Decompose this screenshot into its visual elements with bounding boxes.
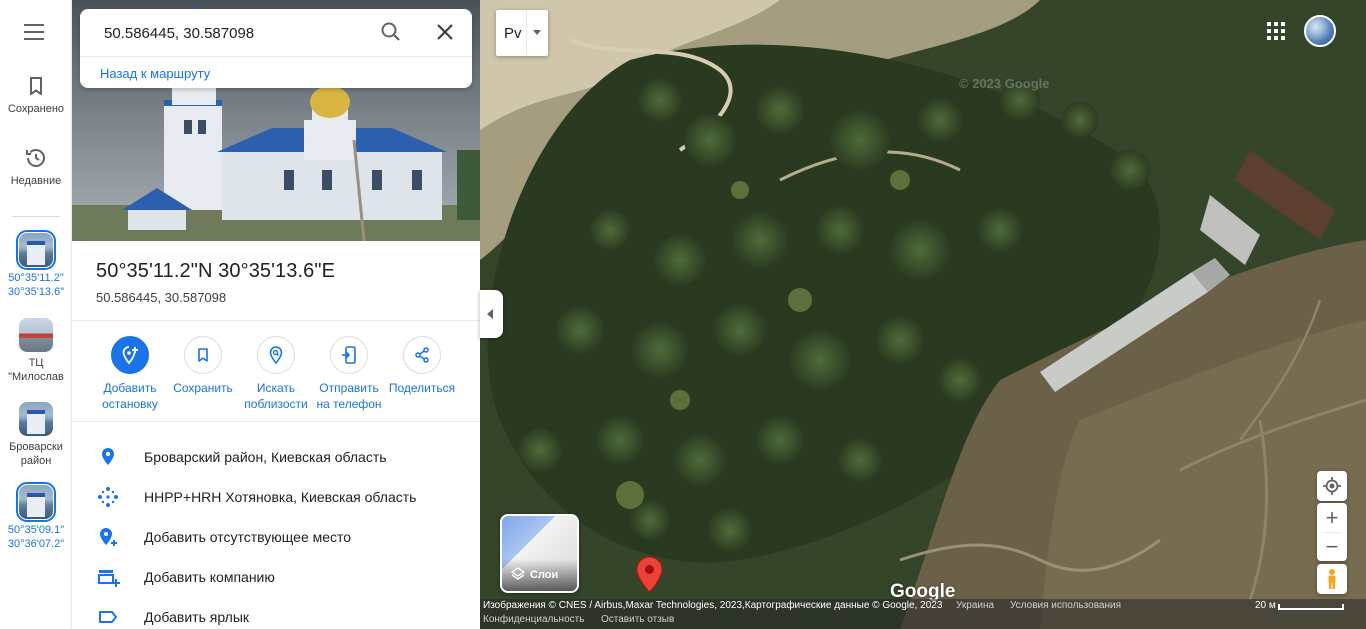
bookmark-icon (198, 348, 208, 362)
history-icon (26, 149, 45, 167)
rail-divider (12, 216, 60, 217)
zoom-controls: + − (1317, 503, 1347, 561)
layers-button[interactable]: Слои (500, 514, 579, 593)
rail-recent-item-4[interactable]: 50°35'09.1" 30°36'07.2" (0, 482, 72, 551)
collapse-panel-button[interactable] (480, 290, 503, 338)
save-button[interactable]: Сохранить (166, 336, 240, 396)
map-pin-icon[interactable] (636, 556, 663, 593)
layers-label: Слои (530, 569, 559, 581)
place-title: 50°35'11.2"N 30°35'13.6"E (96, 260, 336, 282)
add-label-text: Добавить ярлык (144, 609, 250, 625)
layers-icon (511, 567, 525, 580)
scale-bar (1278, 604, 1344, 610)
place-thumbnail (19, 402, 53, 436)
share-icon (415, 347, 429, 363)
language-keyboard-button[interactable]: Рv (496, 10, 548, 56)
language-label: Рv (504, 25, 522, 42)
back-to-route-link[interactable]: Назад к маршруту (100, 66, 210, 81)
terms-link[interactable]: Условия использования (1010, 600, 1121, 611)
action-label: Искать (256, 381, 296, 395)
menu-icon[interactable] (24, 24, 46, 42)
privacy-link[interactable]: Конфиденциальность (483, 614, 584, 625)
plus-code-icon (98, 487, 118, 507)
pegman-icon (1328, 569, 1336, 589)
location-pin-icon (102, 448, 114, 465)
action-label: Сохранить (173, 381, 233, 395)
address-row[interactable]: Броварский район, Киевская область (72, 437, 480, 477)
place-thumbnail (19, 318, 53, 352)
street-view-pegman[interactable] (1317, 564, 1347, 594)
rail-item-line2: 30°36'07.2" (7, 538, 65, 550)
add-missing-place-row[interactable]: Добавить отсутствующее место (72, 517, 480, 557)
map-watermark: © 2023 Google (959, 76, 1050, 91)
search-divider (80, 56, 472, 57)
chevron-down-icon[interactable] (533, 30, 541, 35)
country-link[interactable]: Украина (956, 600, 994, 611)
zoom-in-button[interactable]: + (1317, 503, 1347, 532)
google-maps-app: Сохранено Недавние 50°35'11.2" 30°35'13.… (0, 0, 1366, 629)
divider (72, 421, 480, 422)
add-place-icon (100, 528, 117, 546)
imagery-attribution: Изображения © CNES / Airbus,Maxar Techno… (483, 600, 943, 611)
rail-item-line1: 50°35'11.2" (8, 272, 64, 284)
add-stop-icon (122, 346, 138, 365)
satellite-imagery (480, 0, 1366, 629)
rail-item-line1: 50°35'09.1" (7, 524, 65, 536)
add-business-text: Добавить компанию (144, 569, 275, 585)
divider (72, 320, 480, 321)
place-thumbnail (16, 230, 56, 270)
scale-label[interactable]: 20 м (1255, 600, 1276, 611)
plus-code-text: HHPP+HRH Хотяновка, Киевская область (144, 489, 417, 505)
apps-grid-icon[interactable] (1266, 21, 1286, 41)
place-coordinates: 50.586445, 30.587098 (96, 290, 227, 305)
my-location-button[interactable] (1317, 471, 1347, 501)
rail-recent[interactable]: Недавние (0, 146, 72, 188)
share-button[interactable]: Поделиться (385, 336, 459, 396)
nearby-icon (269, 346, 283, 365)
rail-saved[interactable]: Сохранено (0, 74, 72, 116)
rail-saved-label: Сохранено (7, 103, 65, 115)
rail-item-line2: район (20, 455, 52, 467)
rail-recent-item-3[interactable]: Броварски район (0, 402, 72, 468)
search-input[interactable] (104, 21, 364, 45)
action-label: поблизости (244, 397, 308, 411)
divider (526, 10, 527, 56)
action-label: Поделиться (388, 381, 456, 395)
action-label: Отправить (319, 381, 379, 395)
send-to-phone-button[interactable]: Отправить на телефон (312, 336, 386, 412)
rail-recent-item-2[interactable]: ТЦ "Милослав (0, 318, 72, 384)
place-panel: Назад к маршруту 50°35'11.2"N 30°35'13.6… (72, 0, 480, 629)
bookmark-icon (30, 77, 42, 95)
rail-item-line2: "Милослав (8, 371, 64, 383)
rail-recent-item-1[interactable]: 50°35'11.2" 30°35'13.6" (0, 230, 72, 299)
left-rail: Сохранено Недавние 50°35'11.2" 30°35'13.… (0, 0, 72, 629)
my-location-icon (1323, 477, 1341, 495)
feedback-link[interactable]: Оставить отзыв (601, 614, 674, 625)
action-label: остановку (102, 397, 158, 411)
account-avatar[interactable] (1304, 15, 1336, 47)
place-thumbnail (16, 482, 56, 522)
rail-item-line1: ТЦ (28, 357, 44, 369)
rail-item-line2: 30°35'13.6" (7, 286, 65, 298)
close-icon[interactable] (432, 19, 458, 45)
plus-code-row[interactable]: HHPP+HRH Хотяновка, Киевская область (72, 477, 480, 517)
rail-recent-label: Недавние (10, 175, 62, 187)
satellite-map[interactable]: © 2023 Google (480, 0, 1366, 629)
add-label-row[interactable]: Добавить ярлык (72, 597, 480, 629)
action-label: Добавить (103, 381, 157, 395)
add-stop-button[interactable]: Добавить остановку (93, 336, 167, 412)
action-label: на телефон (316, 397, 382, 411)
add-business-row[interactable]: Добавить компанию (72, 557, 480, 597)
add-business-icon (98, 570, 120, 587)
address-text: Броварский район, Киевская область (144, 449, 387, 465)
add-missing-place-text: Добавить отсутствующее место (144, 529, 352, 545)
zoom-out-button[interactable]: − (1317, 532, 1347, 561)
search-icon[interactable] (378, 19, 404, 45)
search-nearby-button[interactable]: Искать поблизости (239, 336, 313, 412)
label-icon (99, 611, 117, 623)
rail-item-line1: Броварски (9, 441, 63, 453)
search-box: Назад к маршруту (80, 9, 472, 88)
send-to-phone-icon (342, 346, 356, 364)
